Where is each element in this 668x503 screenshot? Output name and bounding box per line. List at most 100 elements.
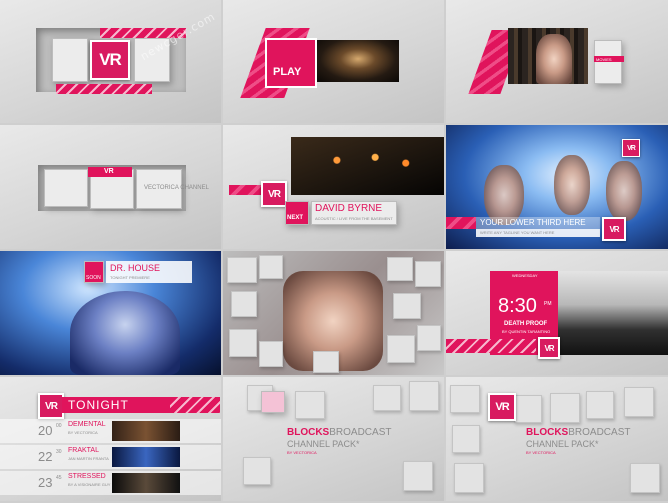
- block: [450, 385, 480, 413]
- block: [259, 341, 283, 367]
- block: [387, 335, 415, 363]
- photo-dancer: [484, 165, 524, 225]
- pack-subtitle: CHANNEL PACK*: [287, 439, 360, 449]
- photo-dancer: [606, 161, 642, 221]
- show-subtitle: ACOUSTIC / LIVE FROM THE BASEMENT: [315, 216, 393, 221]
- block: [514, 395, 542, 423]
- block: [624, 387, 654, 417]
- photo-singer: [70, 291, 180, 375]
- block: [227, 257, 257, 283]
- block: [44, 169, 88, 207]
- photo-crowd: [317, 40, 399, 82]
- row-title: STRESSED: [68, 473, 106, 480]
- block: [594, 40, 622, 84]
- pack-title-bold: BLOCKS: [526, 427, 569, 438]
- lineup-row: [0, 419, 221, 443]
- lower-third-title: YOUR LOWER THIRD HERE: [480, 218, 586, 227]
- show-title: DAVID BYRNE: [315, 203, 383, 214]
- channel-name: VECTORICA CHANNEL: [144, 185, 209, 191]
- block: [452, 425, 480, 453]
- show-title: DR. HOUSE: [110, 263, 161, 273]
- play-label: PLAY: [273, 66, 302, 78]
- pack-title-bold: BLOCKS: [287, 427, 330, 438]
- storyboard-grid: VR newcger.com PLAY MOVIES VR VECTORICA …: [0, 0, 668, 503]
- pack-title: BLOCKSBROADCAST: [526, 427, 630, 438]
- movies-label: MOVIES: [596, 57, 612, 62]
- movie-director: BY QUENTIN TARANTINO: [502, 329, 551, 334]
- block: [231, 291, 257, 317]
- photo-dancer: [554, 155, 590, 215]
- photo-woman: [536, 34, 572, 84]
- block: [259, 255, 283, 279]
- pack-author: BY VECTORICA: [526, 450, 556, 455]
- lower-third-tagline: WRITE ANY TAGLINE YOU WANT HERE: [480, 230, 555, 235]
- frame-block-transition: [223, 251, 444, 375]
- vr-logo: VR: [488, 393, 516, 421]
- row-hour: 23: [38, 475, 53, 490]
- pack-title-light: BROADCAST: [329, 427, 392, 438]
- play-tile: [267, 40, 315, 86]
- next-tile: [285, 201, 309, 225]
- frame-end-card-a: BLOCKSBROADCAST CHANNEL PACK* BY VECTORI…: [223, 377, 444, 501]
- row-hour: 22: [38, 449, 53, 464]
- row-thumbnail: [112, 473, 180, 493]
- row-minutes: 30: [56, 449, 62, 455]
- block: [295, 391, 325, 419]
- pack-title-light: BROADCAST: [568, 427, 631, 438]
- block: [313, 351, 339, 373]
- frame-play: PLAY: [223, 0, 444, 123]
- vr-logo-corner: VR: [622, 139, 640, 157]
- block: [454, 463, 484, 493]
- row-thumbnail: [112, 447, 180, 467]
- row-subtitle: BY A VISIONAIRE GUY: [68, 482, 111, 487]
- row-subtitle: BY VECTORICA: [68, 430, 98, 435]
- lineup-row: [0, 471, 221, 495]
- photo-mixer: [291, 137, 444, 195]
- soon-label: SOON: [86, 275, 101, 281]
- frame-movies: MOVIES: [446, 0, 668, 123]
- row-title: FRAKTAL: [68, 447, 99, 454]
- striped-band: [446, 217, 476, 229]
- mini-logo: VR: [104, 168, 114, 175]
- block: [550, 393, 580, 423]
- frame-logo-intro: VR newcger.com: [0, 0, 221, 123]
- show-subtitle: TONIGHT PREMIERE: [110, 275, 150, 280]
- next-label: NEXT: [287, 215, 304, 221]
- block: [586, 391, 614, 419]
- airtime-period: PM: [544, 301, 552, 307]
- row-hour: 20: [38, 423, 53, 438]
- heading: TONIGHT: [68, 398, 129, 412]
- striped-band: [170, 397, 220, 413]
- row-minutes: 45: [56, 475, 62, 481]
- vr-logo: VR: [90, 40, 130, 80]
- frame-next-up: VR NEXT DAVID BYRNE ACOUSTIC / LIVE FROM…: [223, 125, 444, 249]
- frame-channel-ident: VR VECTORICA CHANNEL: [0, 125, 221, 249]
- pack-author: BY VECTORICA: [287, 450, 317, 455]
- photo-car: [556, 271, 668, 355]
- pack-subtitle: CHANNEL PACK*: [526, 439, 599, 449]
- frame-schedule-card: WEDNESDAY 8:30 PM DEATH PROOF BY QUENTIN…: [446, 251, 668, 375]
- airtime: 8:30: [498, 295, 537, 317]
- vr-logo: VR: [261, 181, 287, 207]
- row-thumbnail: [112, 421, 180, 441]
- row-minutes: 00: [56, 423, 62, 429]
- movie-title: DEATH PROOF: [504, 321, 548, 327]
- block: [417, 325, 441, 351]
- vr-logo: VR: [538, 337, 560, 359]
- block: [403, 461, 433, 491]
- row-title: DEMENTAL: [68, 421, 106, 428]
- block: [229, 329, 257, 357]
- weekday: WEDNESDAY: [512, 273, 538, 278]
- frame-tonight-lineup: VR TONIGHT 20 00 DEMENTAL BY VECTORICA 2…: [0, 377, 221, 501]
- row-subtitle: JAN MARTIN FRANTA: [68, 456, 109, 461]
- block: [243, 457, 271, 485]
- block: [373, 385, 401, 411]
- vr-logo: VR: [38, 393, 64, 419]
- frame-coming-soon: SOON DR. HOUSE TONIGHT PREMIERE: [0, 251, 221, 375]
- block: [52, 38, 88, 82]
- striped-band: [446, 339, 536, 353]
- striped-band: [56, 84, 152, 94]
- block: [387, 257, 413, 281]
- logo-block-small: [261, 391, 285, 413]
- lineup-row: [0, 445, 221, 469]
